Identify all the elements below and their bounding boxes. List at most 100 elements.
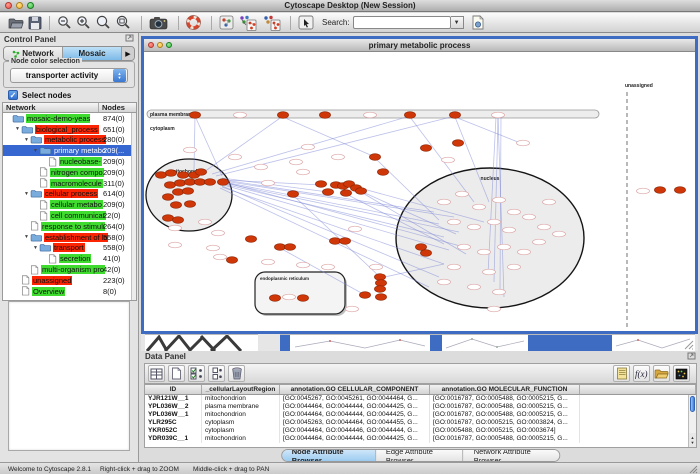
attribute-table-icon[interactable]: [148, 365, 165, 382]
table-cell[interactable]: [GO:0044464, GO:0044444, GO:0044425, G..…: [280, 435, 430, 443]
inner-close-icon[interactable]: [148, 42, 154, 48]
apply-style-icon[interactable]: [260, 14, 284, 32]
expand-arrow-icon[interactable]: ▼: [23, 234, 30, 240]
tree-row-macromolecule[interactable]: macromolecule311(0): [3, 178, 136, 189]
help-icon[interactable]: [184, 14, 203, 32]
tree-row-multi-organism-pro[interactable]: multi-organism pro42(0): [3, 264, 136, 275]
notes-icon[interactable]: [613, 365, 630, 382]
background-window-fragment[interactable]: [290, 334, 430, 351]
table-row-YDR039C__1[interactable]: YDR039C__1mitochondrion[GO:0044464, GO:0…: [145, 435, 696, 443]
delete-attribute-icon[interactable]: [228, 365, 245, 382]
tab-scroll-right-icon[interactable]: ▶: [122, 47, 134, 60]
table-cell[interactable]: cytoplasm: [202, 427, 280, 435]
search-dropdown-icon[interactable]: ▼: [451, 16, 464, 29]
select-nodes-row[interactable]: ✓ Select nodes: [8, 90, 71, 100]
tree-header-nodes[interactable]: Nodes: [99, 103, 136, 112]
table-cell[interactable]: YLR295C: [145, 419, 202, 427]
tree-row-primary-metabo[interactable]: ▼primary metabo209(...: [3, 145, 136, 156]
tree-row-mosaic-demo-yeast[interactable]: mosaic-demo-yeast874(0): [3, 113, 136, 124]
table-row-YKR052C[interactable]: YKR052Ccytoplasm[GO:0044464, GO:0044446,…: [145, 427, 696, 435]
resize-grip-icon[interactable]: [689, 465, 698, 474]
table-cell[interactable]: YJR121W__1: [145, 395, 202, 403]
maximize-icon[interactable]: [27, 2, 34, 9]
network-view-titlebar[interactable]: primary metabolic process: [144, 39, 695, 52]
attribute-matrix-icon[interactable]: [673, 365, 690, 382]
zoom-in-icon[interactable]: [74, 14, 93, 32]
tree-row-cell-communicat[interactable]: cell communicat22(0): [3, 210, 136, 221]
import-attributes-icon[interactable]: [653, 365, 670, 382]
column-header-0[interactable]: ID: [145, 385, 202, 394]
node-color-dropdown[interactable]: transporter activity ▲▼: [10, 68, 128, 83]
table-row-YPL036W__1[interactable]: YPL036W__1mitochondrion[GO:0044464, GO:0…: [145, 411, 696, 419]
save-icon[interactable]: [26, 14, 44, 32]
table-cell[interactable]: [GO:0044464, GO:0044444, GO:0044425, G..…: [280, 403, 430, 411]
expand-arrow-icon[interactable]: ▼: [23, 191, 30, 197]
annotation-icon[interactable]: [296, 14, 316, 32]
table-row-YLR295C[interactable]: YLR295Ccytoplasm[GO:0045263, GO:0044464,…: [145, 419, 696, 427]
expand-arrow-icon[interactable]: ▼: [32, 245, 39, 251]
minimize-icon[interactable]: [16, 2, 23, 9]
search-options-icon[interactable]: [469, 14, 487, 32]
table-cell[interactable]: [GO:0044464, GO:0044444, GO:0044425, G..…: [280, 411, 430, 419]
table-cell[interactable]: [GO:0005488, GO:0005215, GO:0003674]: [430, 427, 580, 435]
app-titlebar[interactable]: Cytoscape Desktop (New Session): [0, 0, 700, 12]
expand-arrow-icon[interactable]: ▼: [23, 137, 30, 143]
layout-box-icon[interactable]: [217, 14, 236, 32]
table-cell[interactable]: mitochondrion: [202, 395, 280, 403]
zoom-out-icon[interactable]: [55, 14, 74, 32]
formula-builder-icon[interactable]: f(x): [633, 365, 650, 382]
table-scroll-arrows[interactable]: ▲▼: [688, 433, 696, 447]
table-cell[interactable]: [GO:0016787, GO:0005488, GO:0005215, G..…: [430, 395, 580, 403]
table-cell[interactable]: YDR039C__1: [145, 435, 202, 443]
zoom-fit-icon[interactable]: [93, 14, 113, 32]
select-nodes-checkbox[interactable]: ✓: [8, 90, 18, 100]
table-cell[interactable]: YKR052C: [145, 427, 202, 435]
tab-network-attribute-browser[interactable]: Network Attribute Browser: [464, 450, 560, 461]
table-cell[interactable]: [GO:0016787, GO:0005215, GO:0003824, G..…: [430, 419, 580, 427]
table-cell[interactable]: [GO:0016787, GO:0005488, GO:0005215, G..…: [430, 411, 580, 419]
float-panel-icon[interactable]: [125, 34, 134, 44]
tree-row-unassigned[interactable]: unassigned223(0): [3, 275, 136, 286]
background-window-fragment[interactable]: [145, 334, 258, 351]
tree-header-network[interactable]: Network: [3, 103, 99, 112]
column-header-1[interactable]: _cellularLayoutRegion: [202, 385, 280, 394]
close-icon[interactable]: [5, 2, 12, 9]
tree-row-response-to-stimulu[interactable]: response to stimulu264(0): [3, 221, 136, 232]
table-cell[interactable]: plasma membrane: [202, 403, 280, 411]
birds-eye-view[interactable]: [8, 301, 130, 451]
tree-row-metabolic-process[interactable]: ▼metabolic process280(0): [3, 135, 136, 146]
tree-scrollbar[interactable]: [131, 113, 136, 300]
table-cell[interactable]: mitochondrion: [202, 435, 280, 443]
network-canvas[interactable]: plasma membranecytoplasmmitochondrionnuc…: [144, 52, 695, 331]
table-cell[interactable]: YPL036W__1: [145, 411, 202, 419]
table-row-YJR121W__1[interactable]: YJR121W__1mitochondrion[GO:0045267, GO:0…: [145, 395, 696, 403]
tree-row-cellular-process[interactable]: ▼cellular process614(0): [3, 189, 136, 200]
search-input[interactable]: [353, 16, 451, 29]
table-cell[interactable]: [GO:0016787, GO:0005488, GO:0005215, G..…: [430, 435, 580, 443]
table-cell[interactable]: [GO:0044464, GO:0044446, GO:0044444, G..…: [280, 427, 430, 435]
float-panel-icon[interactable]: [687, 352, 696, 362]
column-header-3[interactable]: annotation.GO MOLECULAR_FUNCTION: [430, 385, 580, 394]
snapshot-icon[interactable]: [147, 14, 170, 32]
select-attributes-icon[interactable]: [188, 365, 205, 382]
new-attribute-icon[interactable]: [168, 365, 185, 382]
table-cell[interactable]: [GO:0045263, GO:0044464, GO:0044455, G..…: [280, 419, 430, 427]
table-cell[interactable]: [GO:0045267, GO:0045261, GO:0044464, G..…: [280, 395, 430, 403]
tree-row-nitrogen-compo[interactable]: nitrogen compo209(0): [3, 167, 136, 178]
inner-maximize-icon[interactable]: [166, 42, 172, 48]
table-row-YPL036W__2[interactable]: YPL036W__2plasma membrane[GO:0044464, GO…: [145, 403, 696, 411]
tree-row-nucleobase-[interactable]: nucleobase-209(0): [3, 156, 136, 167]
table-cell[interactable]: YPL036W__2: [145, 403, 202, 411]
zoom-selected-icon[interactable]: [113, 14, 133, 32]
tree-row-secretion[interactable]: secretion41(0): [3, 253, 136, 264]
background-window-fragment[interactable]: [442, 334, 528, 351]
column-header-2[interactable]: annotation.GO CELLULAR_COMPONENT: [280, 385, 430, 394]
tree-row-transport[interactable]: ▼transport558(0): [3, 243, 136, 254]
tab-node-attribute-browser[interactable]: Node Attribute Browser: [282, 450, 376, 461]
expand-arrow-icon[interactable]: ▼: [32, 148, 39, 154]
open-icon[interactable]: [6, 14, 26, 32]
inner-minimize-icon[interactable]: [157, 42, 163, 48]
tab-edge-attribute-browser[interactable]: Edge Attribute Browser: [376, 450, 464, 461]
expand-arrow-icon[interactable]: ▼: [14, 126, 21, 132]
background-window-fragment[interactable]: [612, 334, 695, 351]
